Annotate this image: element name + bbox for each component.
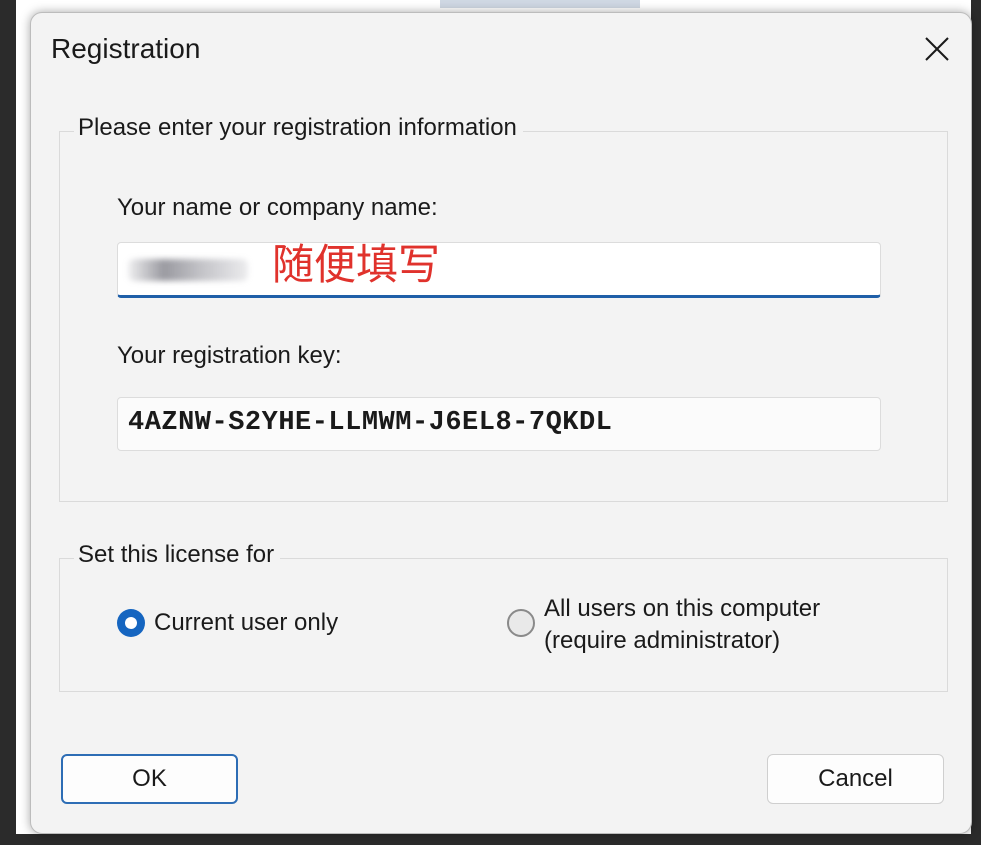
license-legend: Set this license for	[74, 541, 281, 569]
radio-selected-dot	[125, 617, 137, 629]
background-window-edge-bottom	[0, 834, 981, 845]
all-users-radio[interactable]	[507, 609, 535, 637]
registration-key-value: 4AZNW-S2YHE-LLMWM-J6EL8-7QKDL	[128, 408, 613, 438]
name-annotation: 随便填写	[272, 240, 441, 289]
background-window-top-strip	[440, 0, 640, 8]
name-label: Your name or company name:	[117, 194, 438, 221]
registration-info-group: Please enter your registration informati…	[59, 114, 948, 502]
redacted-name-value	[128, 259, 248, 281]
current-user-label[interactable]: Current user only	[154, 607, 338, 639]
close-button[interactable]	[917, 29, 957, 69]
background-window-edge-right	[971, 0, 981, 845]
registration-dialog: Registration Please enter your registrat…	[30, 12, 972, 834]
registration-key-field[interactable]: 4AZNW-S2YHE-LLMWM-J6EL8-7QKDL	[117, 397, 881, 451]
dialog-title: Registration	[51, 33, 201, 64]
license-group: Set this license for Current user only A…	[59, 541, 948, 692]
ok-button[interactable]: OK	[61, 754, 238, 804]
name-field[interactable]: 随便填写	[117, 240, 881, 298]
background-window-edge-left	[0, 0, 16, 845]
cancel-button[interactable]: Cancel	[767, 754, 944, 804]
all-users-label-line1: All users on this computer	[544, 595, 821, 622]
current-user-radio[interactable]	[117, 609, 145, 637]
all-users-label[interactable]: All users on this computer (require admi…	[544, 593, 820, 657]
close-icon	[925, 37, 949, 61]
all-users-label-line2: (require administrator)	[544, 627, 781, 654]
key-label: Your registration key:	[117, 342, 342, 369]
registration-info-legend: Please enter your registration informati…	[74, 114, 523, 142]
